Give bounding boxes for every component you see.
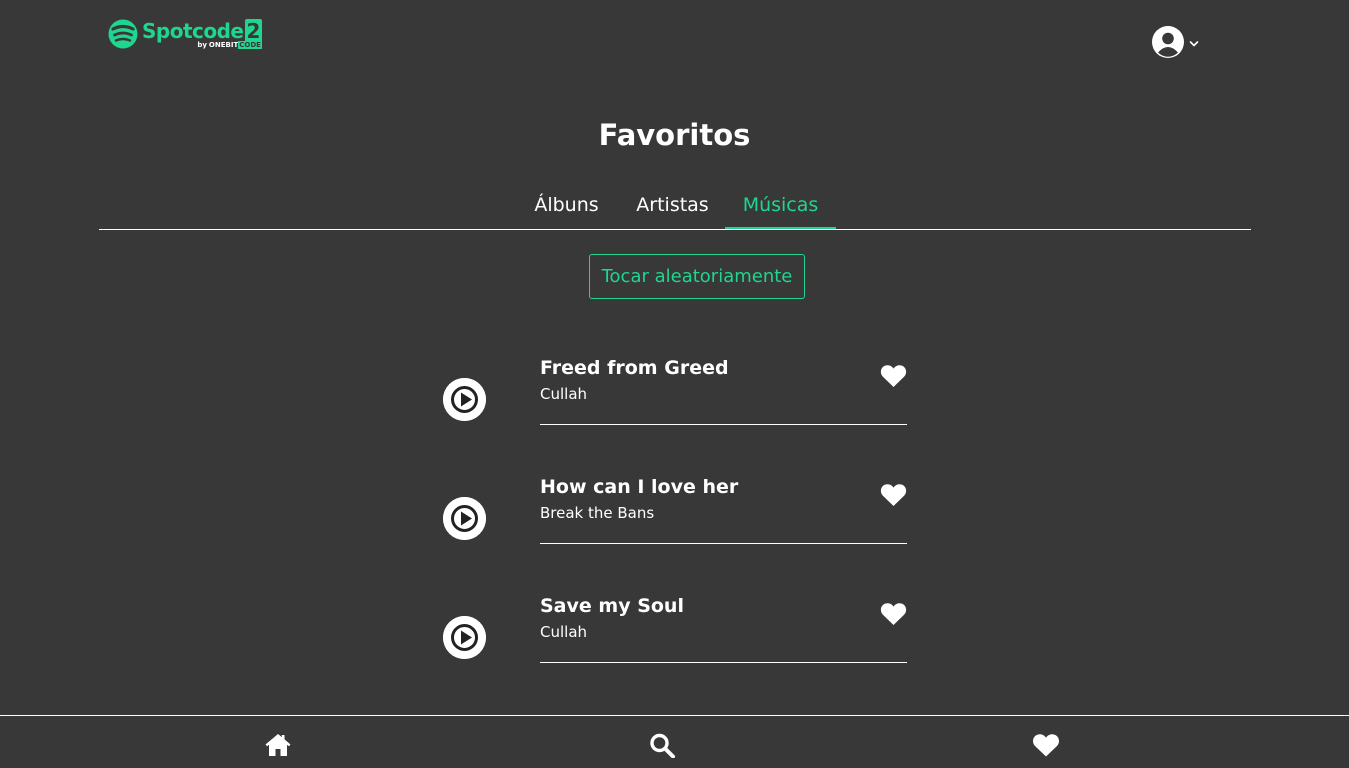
favorite-toggle[interactable] (880, 483, 907, 507)
song-info: Save my Soul Cullah (540, 582, 907, 663)
song-info: How can I love her Break the Bans (540, 463, 907, 544)
heart-icon (880, 603, 907, 625)
play-button[interactable] (443, 378, 486, 421)
page-title: Favoritos (598, 118, 751, 152)
favorite-toggle[interactable] (880, 364, 907, 388)
play-icon (443, 378, 486, 421)
user-circle-icon (1152, 26, 1184, 58)
play-button[interactable] (443, 497, 486, 540)
chevron-down-icon (1189, 41, 1199, 47)
brand-maker-code: CODE (238, 41, 262, 49)
nav-home-button[interactable] (264, 732, 292, 758)
spotcode-mark-icon (108, 19, 138, 49)
shuffle-play-button[interactable]: Tocar aleatoriamente (589, 254, 805, 299)
home-icon (265, 734, 291, 756)
brand-wordmark: Spotcode 2 by ONEBITCODE (142, 19, 262, 49)
tab-songs[interactable]: Músicas (725, 182, 836, 229)
favorite-toggle[interactable] (880, 602, 907, 626)
nav-favorites-button[interactable] (1032, 732, 1060, 758)
brand-byline: by ONEBITCODE (197, 41, 262, 49)
song-title: How can I love her (540, 476, 739, 498)
heart-icon (880, 484, 907, 506)
bottom-navigation (0, 715, 1349, 768)
brand-logo[interactable]: Spotcode 2 by ONEBITCODE (108, 19, 262, 49)
play-icon (443, 616, 486, 659)
song-artist: Break the Bans (540, 504, 655, 522)
song-artist: Cullah (540, 385, 588, 403)
song-title: Save my Soul (540, 595, 684, 617)
song-title: Freed from Greed (540, 357, 729, 379)
song-item: Freed from Greed Cullah (443, 344, 907, 434)
song-item: Save my Soul Cullah (443, 582, 907, 672)
nav-search-button[interactable] (648, 732, 676, 758)
brand-name: Spotcode (142, 19, 244, 43)
play-button[interactable] (443, 616, 486, 659)
song-item: How can I love her Break the Bans (443, 463, 907, 553)
heart-icon (880, 365, 907, 387)
play-icon (443, 497, 486, 540)
user-menu-toggle[interactable] (1152, 26, 1200, 58)
tab-albums[interactable]: Álbuns (524, 182, 609, 229)
app-page: Spotcode 2 by ONEBITCODE Favoritos Álbuns… (0, 0, 1349, 768)
tab-artists[interactable]: Artistas (630, 182, 715, 229)
brand-number: 2 (244, 19, 262, 43)
song-info: Freed from Greed Cullah (540, 344, 907, 425)
song-artist: Cullah (540, 623, 588, 641)
brand-maker-one: ONEBIT (208, 41, 239, 49)
heart-icon (1033, 734, 1059, 757)
favorites-tabs: Álbuns Artistas Músicas (99, 182, 1251, 230)
search-icon (650, 733, 675, 758)
brand-by: by (197, 41, 207, 49)
brand-name-row: Spotcode 2 (142, 19, 262, 43)
